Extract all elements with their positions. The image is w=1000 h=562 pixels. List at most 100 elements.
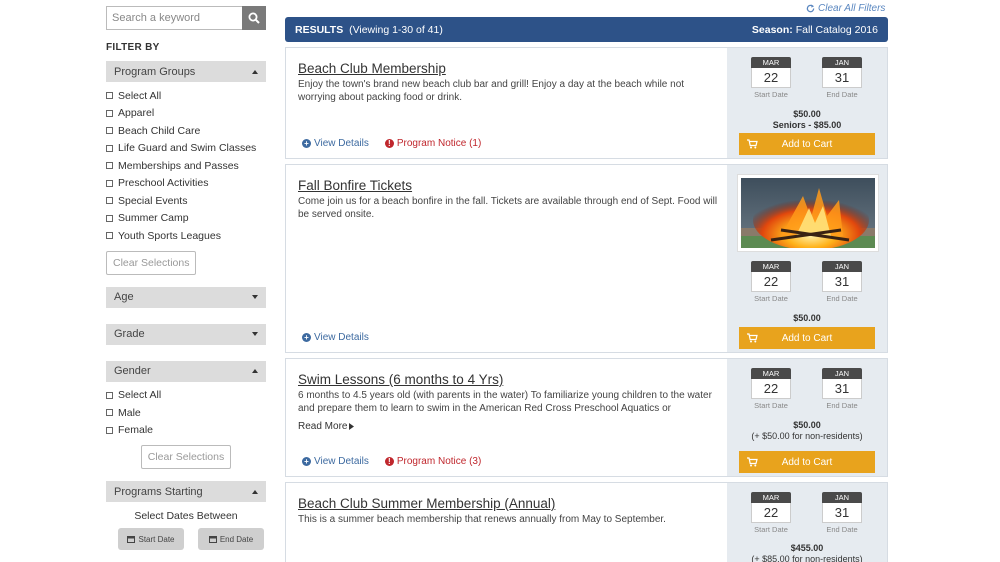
clear-selections-button[interactable]: Clear Selections <box>140 445 232 469</box>
checkbox-memberships[interactable]: Memberships and Passes <box>106 157 266 175</box>
program-info: Beach Club Membership Enjoy the town's b… <box>298 48 718 104</box>
program-purchase-panel: MAR 22 Start Date JAN 31 End Date $455.00 (+… <box>727 483 887 562</box>
select-dates-label: Select Dates Between <box>134 510 238 522</box>
search-icon <box>248 12 260 24</box>
end-date-button[interactable]: End Date <box>198 528 264 550</box>
checkbox-summer-camp[interactable]: Summer Camp <box>106 210 266 228</box>
checkbox-female[interactable]: Female <box>106 422 266 440</box>
date-range: MAR 22 Start Date JAN 31 End Date <box>751 492 862 534</box>
checkbox-life-guard[interactable]: Life Guard and Swim Classes <box>106 140 266 158</box>
checkbox-preschool[interactable]: Preschool Activities <box>106 175 266 193</box>
checkbox[interactable] <box>106 409 113 417</box>
program-notice-link[interactable]: ! Program Notice (3) <box>384 456 482 467</box>
add-to-cart-button[interactable]: Add to Cart <box>739 133 875 155</box>
start-month: MAR <box>751 368 791 379</box>
refresh-icon <box>806 4 815 13</box>
view-details-label: View Details <box>314 332 369 343</box>
add-to-cart-label: Add to Cart <box>781 456 833 468</box>
start-date-button[interactable]: Start Date <box>118 528 184 550</box>
end-date-label: End Date <box>219 534 254 544</box>
add-to-cart-button[interactable]: Add to Cart <box>739 327 875 349</box>
program-title-link[interactable]: Swim Lessons (6 months to 4 Yrs) <box>298 372 718 387</box>
checkbox[interactable] <box>106 179 113 187</box>
view-details-label: View Details <box>314 138 369 149</box>
checkbox[interactable] <box>106 214 113 222</box>
start-date-calendar: MAR 22 Start Date <box>751 492 791 534</box>
grade-title: Grade <box>114 328 145 340</box>
program-description: Enjoy the town's brand new beach club ba… <box>298 79 685 103</box>
checkbox[interactable] <box>106 109 113 117</box>
view-details-link[interactable]: + View Details <box>302 138 369 149</box>
program-card: Beach Club Summer Membership (Annual) Th… <box>285 482 888 562</box>
clear-all-filters-link[interactable]: Clear All Filters <box>806 3 885 14</box>
checkbox[interactable] <box>106 197 113 205</box>
caret-right-icon <box>349 423 355 430</box>
checkbox[interactable] <box>106 92 113 100</box>
program-groups-header[interactable]: Program Groups <box>106 61 266 82</box>
program-groups-filter: Program Groups Select All Apparel Beach … <box>106 61 266 275</box>
caret-up-icon <box>252 489 258 494</box>
program-price: $50.00 (+ $50.00 for non-residents) <box>727 420 887 442</box>
results-count: RESULTS (Viewing 1-30 of 41) <box>295 24 443 36</box>
season-label: Season: <box>751 23 793 36</box>
age-header[interactable]: Age <box>106 286 266 308</box>
start-date-caption: Start Date <box>754 525 788 534</box>
cart-icon <box>747 457 758 467</box>
search-input[interactable] <box>106 6 242 30</box>
option-label: Select All <box>118 389 162 402</box>
checkbox-apparel[interactable]: Apparel <box>106 105 266 123</box>
add-to-cart-label: Add to Cart <box>781 138 833 150</box>
option-label: Female <box>118 424 154 437</box>
price-value: $455.00 <box>790 543 824 553</box>
checkbox-select-all[interactable]: Select All <box>106 87 266 105</box>
program-info: Swim Lessons (6 months to 4 Yrs) 6 month… <box>298 359 718 432</box>
program-purchase-panel: MAR 22 Start Date JAN 31 End Date $50.00 Add… <box>727 165 887 352</box>
checkbox-male[interactable]: Male <box>106 404 266 422</box>
program-notice-link[interactable]: ! Program Notice (1) <box>384 138 482 149</box>
view-details-link[interactable]: + View Details <box>302 456 369 467</box>
checkbox-youth-sports[interactable]: Youth Sports Leagues <box>106 227 266 245</box>
program-notice-label: Program Notice (1) <box>396 138 482 149</box>
checkbox[interactable] <box>106 162 113 170</box>
price-value: $50.00 <box>793 313 821 323</box>
grade-header[interactable]: Grade <box>106 323 266 345</box>
clear-selections-button[interactable]: Clear Selections <box>106 250 197 275</box>
start-date-calendar: MAR 22 Start Date <box>751 57 791 99</box>
gender-options: Select All Male Female <box>106 382 266 440</box>
start-day: 22 <box>751 379 791 399</box>
plus-circle-icon: + <box>302 333 311 342</box>
start-day: 22 <box>751 272 791 292</box>
option-label: Special Events <box>118 194 188 207</box>
program-notice-label: Program Notice (3) <box>396 456 482 467</box>
program-image[interactable] <box>737 174 879 252</box>
end-date-calendar: JAN 31 End Date <box>822 261 862 303</box>
checkbox[interactable] <box>106 232 113 240</box>
price-value: $50.00 <box>793 109 821 119</box>
price-value: $50.00 <box>793 420 821 430</box>
checkbox-gender-select-all[interactable]: Select All <box>106 387 266 405</box>
checkbox[interactable] <box>106 426 113 434</box>
checkbox-beach-child-care[interactable]: Beach Child Care <box>106 122 266 140</box>
checkbox-special-events[interactable]: Special Events <box>106 192 266 210</box>
checkbox[interactable] <box>106 127 113 135</box>
programs-starting-header[interactable]: Programs Starting <box>106 481 266 502</box>
gender-header[interactable]: Gender <box>106 360 266 382</box>
view-details-link[interactable]: + View Details <box>302 332 369 343</box>
program-title-link[interactable]: Fall Bonfire Tickets <box>298 178 718 193</box>
start-day: 22 <box>751 503 791 523</box>
program-title-link[interactable]: Beach Club Membership <box>298 61 718 76</box>
plus-circle-icon: + <box>302 457 311 466</box>
search-button[interactable] <box>242 6 266 30</box>
end-month: JAN <box>822 492 862 503</box>
programs-starting-filter: Programs Starting Select Dates Between S… <box>106 481 266 550</box>
checkbox[interactable] <box>106 144 113 152</box>
program-description: This is a summer beach membership that r… <box>298 514 666 525</box>
read-more-link[interactable]: Read More <box>298 421 718 432</box>
start-date-calendar: MAR 22 Start Date <box>751 261 791 303</box>
program-title-link[interactable]: Beach Club Summer Membership (Annual) <box>298 496 718 511</box>
caret-down-icon <box>252 332 258 336</box>
add-to-cart-button[interactable]: Add to Cart <box>739 451 875 473</box>
results-label: RESULTS <box>295 23 344 36</box>
checkbox[interactable] <box>106 391 113 399</box>
caret-up-icon <box>252 369 258 373</box>
